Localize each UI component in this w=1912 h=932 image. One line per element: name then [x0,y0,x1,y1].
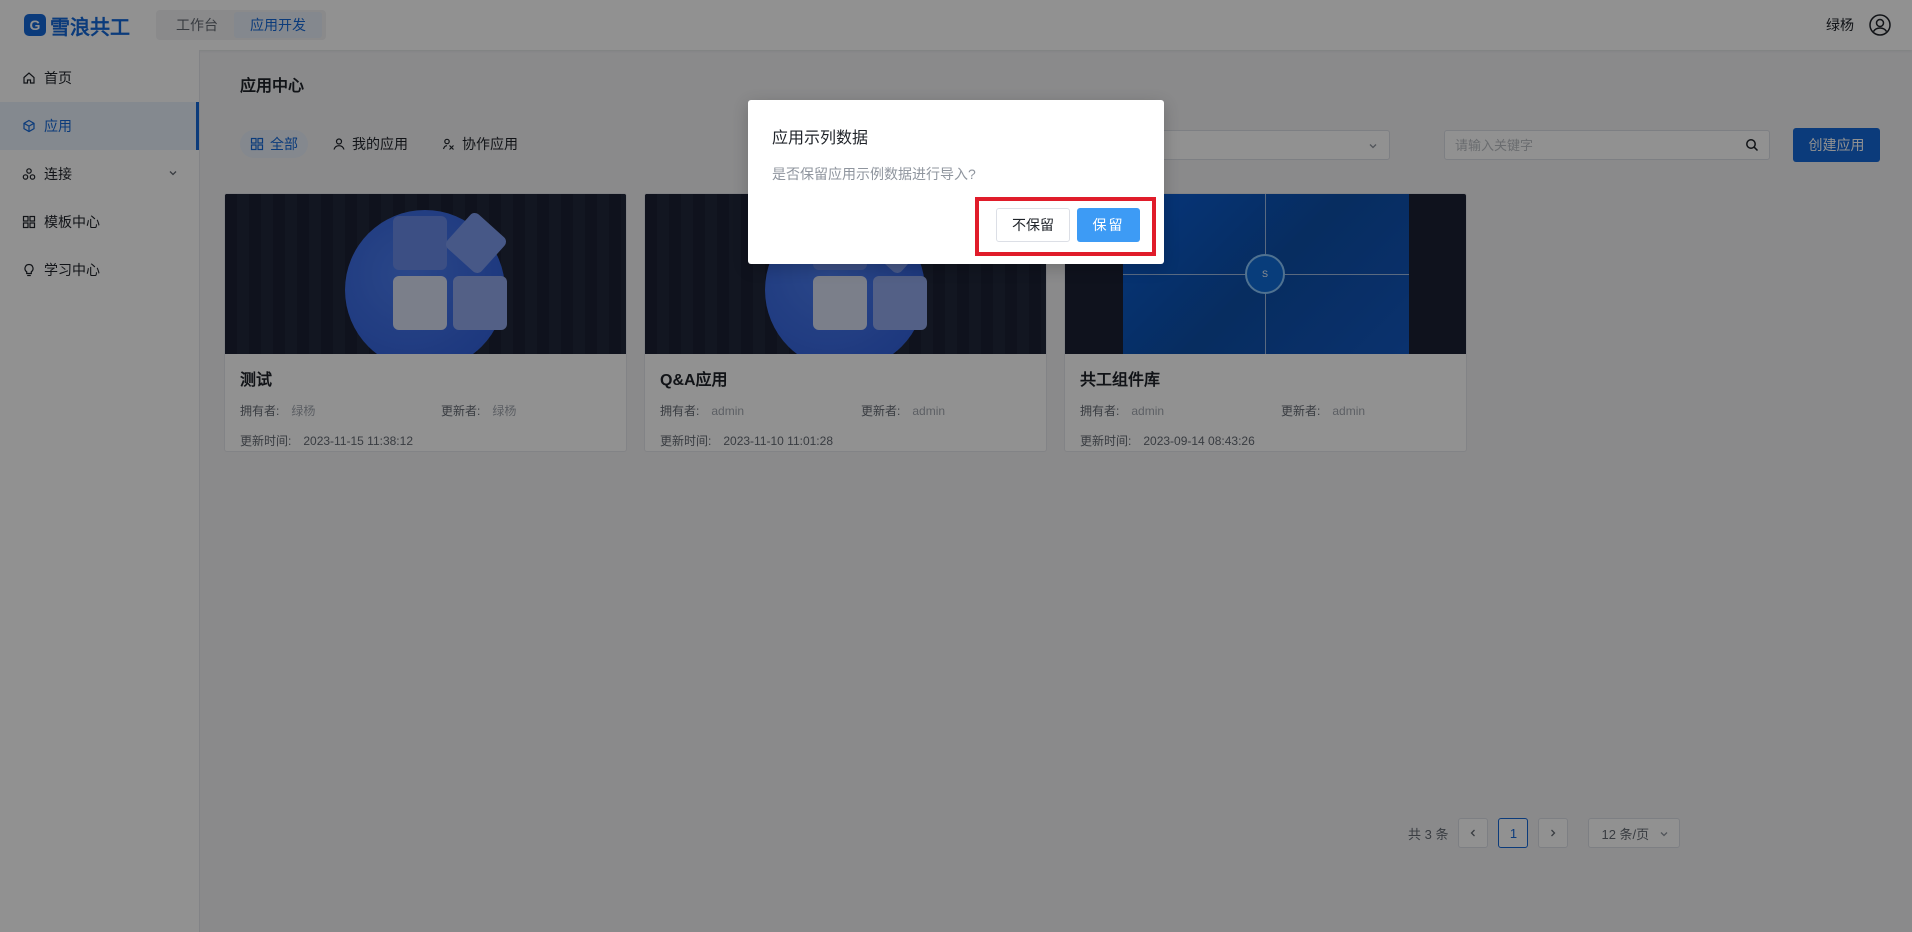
dialog-message: 是否保留应用示例数据进行导入? [772,166,976,182]
keep-button[interactable]: 保留 [1077,208,1140,242]
dialog-title: 应用示列数据 [772,130,869,147]
dont-keep-button[interactable]: 不保留 [996,208,1070,242]
